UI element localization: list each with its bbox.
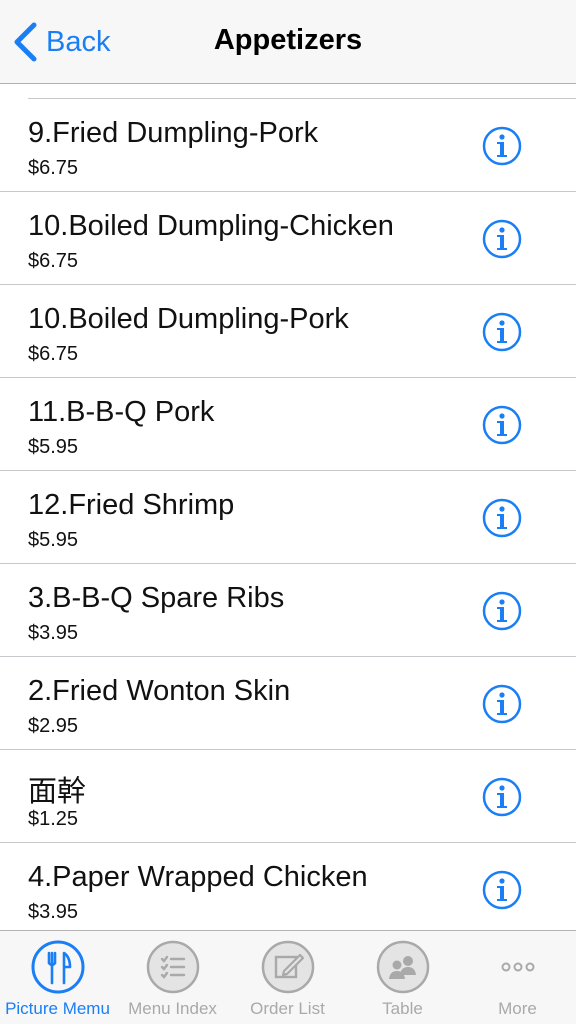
item-price: $6.75: [28, 343, 79, 365]
list-item[interactable]: 12.Fried Shrimp $5.95: [0, 471, 576, 564]
info-icon[interactable]: [482, 870, 522, 910]
info-icon[interactable]: [482, 126, 522, 166]
item-name: 4.Paper Wrapped Chicken: [28, 861, 368, 893]
item-name: 10.Boiled Dumpling-Chicken: [28, 210, 394, 242]
tab-more[interactable]: More: [460, 931, 575, 1024]
item-name: 11.B-B-Q Pork: [28, 396, 215, 428]
fork-knife-icon: [31, 940, 84, 994]
item-price: $3.95: [28, 901, 79, 923]
tab-label: Order List: [250, 999, 325, 1018]
tab-label: Picture Memu: [5, 999, 110, 1018]
item-price: $6.75: [28, 250, 79, 272]
list-item[interactable]: 面幹 $1.25: [0, 750, 576, 843]
item-name: 面幹: [28, 776, 87, 808]
info-icon[interactable]: [482, 405, 522, 445]
list-item[interactable]: 3.B-B-Q Spare Ribs $3.95: [0, 564, 576, 657]
edit-icon: [261, 940, 314, 994]
tab-label: More: [498, 999, 537, 1018]
tab-picture-menu[interactable]: Picture Memu: [0, 931, 115, 1024]
item-name: 9.Fried Dumpling-Pork: [28, 117, 319, 149]
item-price: $6.75: [28, 157, 79, 179]
app-screen: Back Appetizers 9.Fried Dumpling-Pork $6…: [0, 0, 576, 1024]
tab-label: Table: [382, 999, 423, 1018]
list-item[interactable]: 4.Paper Wrapped Chicken $3.95: [0, 843, 576, 930]
list-icon: [146, 940, 199, 994]
info-icon[interactable]: [482, 777, 522, 817]
people-icon: [376, 940, 429, 994]
item-price: $3.95: [28, 622, 79, 644]
list-item[interactable]: 11.B-B-Q Pork $5.95: [0, 378, 576, 471]
tab-table[interactable]: Table: [345, 931, 460, 1024]
list-item[interactable]: 10.Boiled Dumpling-Chicken $6.75: [0, 192, 576, 285]
tab-order-list[interactable]: Order List: [230, 931, 345, 1024]
list-item[interactable]: 10.Boiled Dumpling-Pork $6.75: [0, 285, 576, 378]
item-price: $5.95: [28, 436, 79, 458]
tab-menu-index[interactable]: Menu Index: [115, 931, 230, 1024]
info-icon[interactable]: [482, 684, 522, 724]
info-icon[interactable]: [482, 312, 522, 352]
tab-bar: Picture Memu Menu Index Order List Table…: [0, 930, 576, 1024]
info-icon[interactable]: [482, 219, 522, 259]
item-name: 3.B-B-Q Spare Ribs: [28, 582, 285, 614]
tab-label: Menu Index: [128, 999, 217, 1018]
item-price: $1.25: [28, 808, 79, 830]
item-price: $2.95: [28, 715, 79, 737]
item-name: 2.Fried Wonton Skin: [28, 675, 291, 707]
list-item[interactable]: 9.Fried Dumpling-Pork $6.75: [0, 99, 576, 192]
item-name: 12.Fried Shrimp: [28, 489, 235, 521]
page-title: Appetizers: [213, 24, 363, 56]
more-icon: [501, 962, 534, 972]
info-icon[interactable]: [482, 591, 522, 631]
list-item[interactable]: 2.Fried Wonton Skin $2.95: [0, 657, 576, 750]
item-name: 10.Boiled Dumpling-Pork: [28, 303, 349, 335]
info-icon[interactable]: [482, 498, 522, 538]
menu-item-list[interactable]: 9.Fried Dumpling-Pork $6.75 10.Boiled Du…: [0, 84, 576, 930]
item-price: $5.95: [28, 529, 79, 551]
navigation-bar: Back Appetizers: [0, 0, 576, 84]
